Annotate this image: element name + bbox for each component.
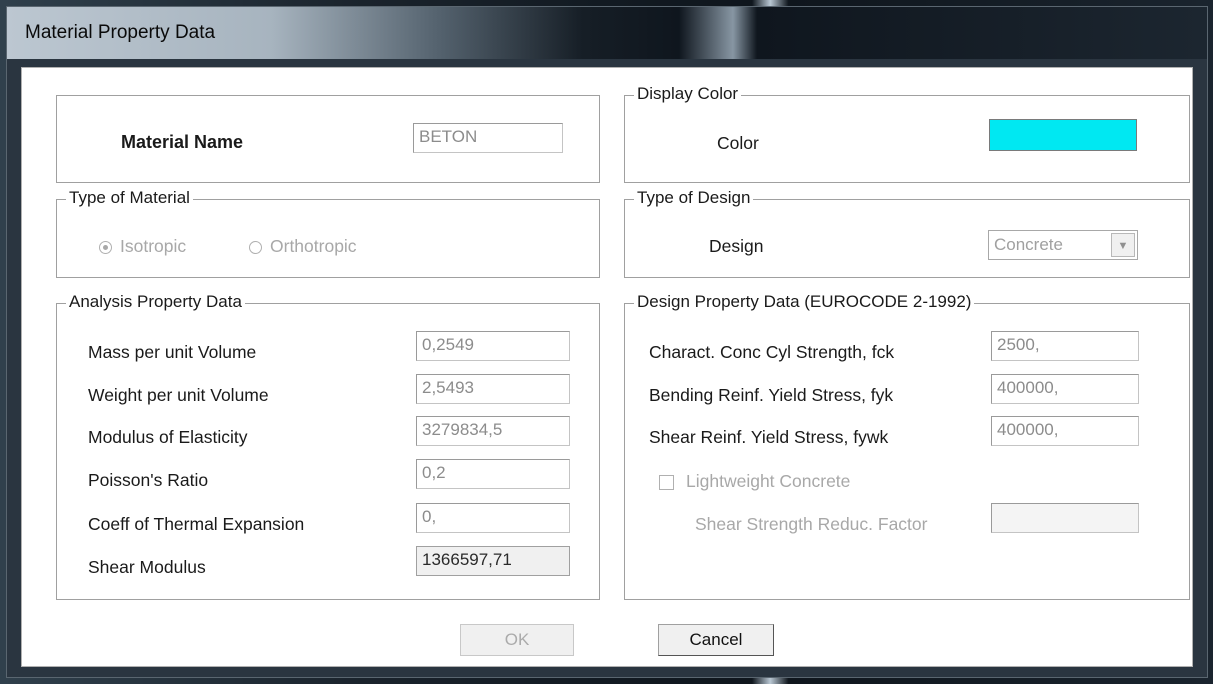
design-label: Design: [709, 236, 764, 256]
shear-strength-factor-field[interactable]: [991, 503, 1139, 533]
modulus-of-elasticity-field[interactable]: 3279834,5: [416, 416, 570, 446]
lightweight-concrete-checkbox[interactable]: [659, 475, 674, 490]
mass-per-unit-volume-field[interactable]: 0,2549: [416, 331, 570, 361]
color-swatch[interactable]: [989, 119, 1137, 151]
type-of-material-group-label: Type of Material: [66, 188, 193, 208]
weight-per-unit-volume-label: Weight per unit Volume: [88, 385, 269, 405]
material-name-label: Material Name: [121, 132, 244, 152]
isotropic-radio[interactable]: [99, 241, 112, 254]
design-select[interactable]: Concrete ▼: [988, 230, 1138, 260]
fywk-label: Shear Reinf. Yield Stress, fywk: [649, 427, 889, 447]
display-color-group: Display Color Color: [624, 84, 1190, 183]
thermal-expansion-field[interactable]: 0,: [416, 503, 570, 533]
isotropic-label: Isotropic: [120, 236, 187, 256]
thermal-expansion-label: Coeff of Thermal Expansion: [88, 514, 305, 534]
type-of-material-group: Type of Material Isotropic Orthotropic: [56, 188, 600, 278]
fyk-field[interactable]: 400000,: [991, 374, 1139, 404]
fck-label: Charact. Conc Cyl Strength, fck: [649, 342, 895, 362]
weight-per-unit-volume-field[interactable]: 2,5493: [416, 374, 570, 404]
shear-strength-factor-label: Shear Strength Reduc. Factor: [695, 514, 928, 534]
shear-modulus-field: 1366597,71: [416, 546, 570, 576]
chevron-down-icon[interactable]: ▼: [1111, 233, 1135, 257]
ok-button[interactable]: OK: [460, 624, 574, 656]
material-name-field[interactable]: BETON: [413, 123, 563, 153]
modulus-of-elasticity-label: Modulus of Elasticity: [88, 427, 248, 447]
mass-per-unit-volume-label: Mass per unit Volume: [88, 342, 257, 362]
window-title: Material Property Data: [25, 22, 216, 43]
title-bar[interactable]: Material Property Data: [7, 7, 1207, 59]
analysis-property-group: Analysis Property Data Mass per unit Vol…: [56, 292, 600, 600]
design-property-group-label: Design Property Data (EUROCODE 2-1992): [634, 292, 975, 312]
type-of-design-group: Type of Design Design Concrete ▼: [624, 188, 1190, 278]
material-name-panel: Material Name BETON: [56, 95, 600, 183]
orthotropic-label: Orthotropic: [270, 236, 357, 256]
cancel-button[interactable]: Cancel: [658, 624, 774, 656]
poissons-ratio-field[interactable]: 0,2: [416, 459, 570, 489]
display-color-group-label: Display Color: [634, 84, 742, 104]
design-select-value: Concrete: [994, 235, 1063, 254]
material-property-dialog: Material Property Data Material Name BET…: [6, 6, 1208, 678]
fyk-label: Bending Reinf. Yield Stress, fyk: [649, 385, 894, 405]
orthotropic-radio[interactable]: [249, 241, 262, 254]
type-of-design-group-label: Type of Design: [634, 188, 754, 208]
fywk-field[interactable]: 400000,: [991, 416, 1139, 446]
color-label: Color: [717, 133, 759, 153]
analysis-property-group-label: Analysis Property Data: [66, 292, 245, 312]
design-property-group: Design Property Data (EUROCODE 2-1992) C…: [624, 292, 1190, 600]
lightweight-concrete-label: Lightweight Concrete: [686, 471, 851, 491]
dialog-client-area: Material Name BETON Display Color Color …: [21, 67, 1193, 667]
fck-field[interactable]: 2500,: [991, 331, 1139, 361]
shear-modulus-label: Shear Modulus: [88, 557, 206, 577]
poissons-ratio-label: Poisson's Ratio: [88, 470, 209, 490]
